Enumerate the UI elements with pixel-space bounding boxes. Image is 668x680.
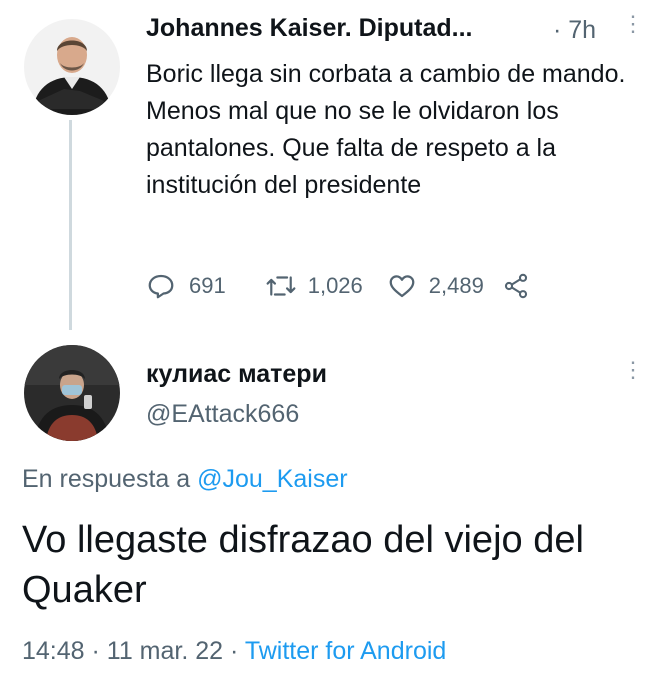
reply-button[interactable]: 691 — [146, 271, 226, 301]
share-button[interactable] — [502, 272, 530, 300]
replying-to: En respuesta a @Jou_Kaiser — [22, 465, 348, 494]
reply-author-avatar[interactable] — [24, 345, 120, 441]
like-button[interactable]: 2,489 — [387, 271, 484, 301]
tweet-time[interactable]: · 7h — [553, 16, 596, 45]
tweet-metadata: 14:48 · 11 mar. 22 · Twitter for Android — [22, 637, 446, 666]
retweet-button[interactable]: 1,026 — [264, 271, 363, 301]
like-icon — [387, 271, 417, 301]
retweet-icon — [264, 271, 298, 301]
avatar-photo — [24, 345, 120, 441]
tweet-actions: 691 1,026 2,489 — [146, 266, 530, 306]
reply-count: 691 — [189, 273, 226, 298]
tweet-source[interactable]: Twitter for Android — [245, 637, 446, 665]
author-avatar[interactable] — [24, 19, 120, 115]
reply-author-name[interactable]: кулиас матери — [146, 360, 327, 389]
reply-icon — [146, 271, 176, 301]
tweet-timestamp[interactable]: 14:48 · 11 mar. 22 · — [22, 637, 245, 665]
share-icon — [502, 272, 530, 300]
author-name[interactable]: Johannes Kaiser. Diputad... — [146, 14, 472, 43]
retweet-count: 1,026 — [307, 273, 363, 298]
tweet-text: Boric llega sin corbata a cambio de mand… — [146, 60, 626, 199]
like-count: 2,489 — [428, 273, 484, 298]
replying-to-label: En respuesta a — [22, 465, 198, 493]
more-icon[interactable]: ⋮ — [622, 13, 644, 35]
thread-line — [69, 120, 72, 330]
replying-to-mention[interactable]: @Jou_Kaiser — [197, 465, 347, 493]
avatar-photo — [24, 19, 120, 115]
reply-tweet-text: Vo llegaste disfrazao del viejo del Quak… — [22, 519, 584, 611]
reply-author-handle[interactable]: @EAttack666 — [146, 400, 299, 429]
more-icon[interactable]: ⋮ — [622, 359, 644, 381]
